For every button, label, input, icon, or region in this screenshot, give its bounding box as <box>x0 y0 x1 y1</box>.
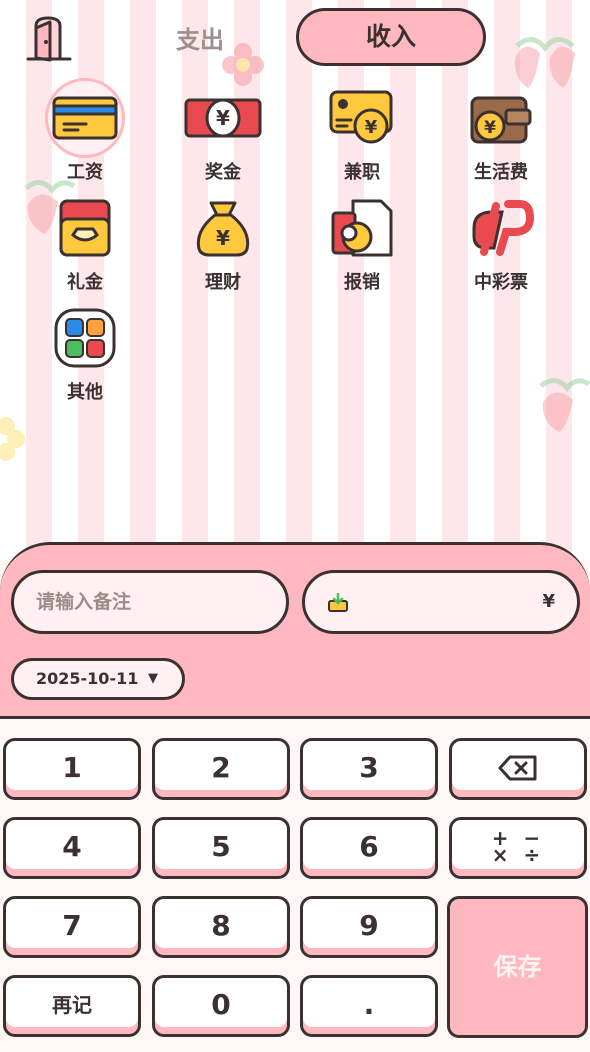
category-label: 理财 <box>205 272 241 293</box>
note-input[interactable]: 请输入备注 <box>11 570 289 634</box>
record-again-button[interactable]: 再记 <box>3 975 141 1037</box>
flower-decoration-icon <box>0 417 25 461</box>
operators-icon: + − × ÷ <box>491 828 545 867</box>
money-bag-icon: ¥ <box>196 201 250 257</box>
key-1[interactable]: 1 <box>3 738 141 800</box>
tab-expense[interactable]: 支出 <box>150 18 250 62</box>
operators-bottom: × ÷ <box>491 843 545 867</box>
svg-text:¥: ¥ <box>365 117 378 138</box>
date-value: 2025-10-11 <box>36 669 139 688</box>
key-8[interactable]: 8 <box>152 896 290 958</box>
category-salary[interactable]: 工资 <box>25 78 145 183</box>
operators-key[interactable]: + − × ÷ <box>449 817 587 879</box>
gift-money-icon <box>59 199 111 257</box>
backspace-icon <box>498 755 537 781</box>
date-picker[interactable]: 2025-10-11 ▼ <box>11 658 185 700</box>
key-9[interactable]: 9 <box>300 896 438 958</box>
category-gift-money[interactable]: 礼金 <box>25 188 145 293</box>
strawberry-decoration-icon <box>539 378 590 432</box>
svg-text:¥: ¥ <box>216 226 230 250</box>
category-bonus[interactable]: ¥ 奖金 <box>163 78 283 183</box>
wallet-icon: ¥ <box>470 96 532 144</box>
category-living-expenses[interactable]: ¥ 生活费 <box>441 78 561 183</box>
save-button[interactable]: 保存 <box>447 896 588 1038</box>
category-label: 其他 <box>67 382 103 403</box>
key-3[interactable]: 3 <box>300 738 438 800</box>
category-lottery[interactable]: 中彩票 <box>441 188 561 293</box>
category-label: 报销 <box>344 272 380 293</box>
back-door-button[interactable] <box>24 14 76 62</box>
door-icon <box>26 16 72 62</box>
category-label: 兼职 <box>344 162 380 183</box>
key-0[interactable]: 0 <box>152 975 290 1037</box>
amount-field[interactable]: ¥ <box>302 570 580 634</box>
category-investment[interactable]: ¥ 理财 <box>163 188 283 293</box>
category-label: 礼金 <box>67 272 103 293</box>
category-other[interactable]: 其他 <box>25 298 145 403</box>
tab-income[interactable]: 收入 <box>296 8 486 66</box>
key-2[interactable]: 2 <box>152 738 290 800</box>
currency-symbol: ¥ <box>542 591 555 612</box>
inbox-tray-icon <box>328 593 348 612</box>
lottery-icon <box>472 200 534 256</box>
key-5[interactable]: 5 <box>152 817 290 879</box>
other-apps-icon <box>54 308 116 368</box>
key-dot[interactable]: . <box>300 975 438 1037</box>
category-label: 中彩票 <box>474 272 528 293</box>
category-parttime[interactable]: ¥ 兼职 <box>302 78 422 183</box>
svg-text:¥: ¥ <box>216 106 230 130</box>
svg-text:¥: ¥ <box>484 118 496 138</box>
backspace-key[interactable] <box>449 738 587 800</box>
caret-down-icon: ▼ <box>148 671 158 686</box>
category-reimbursement[interactable]: 报销 <box>302 188 422 293</box>
parttime-icon: ¥ <box>329 90 393 144</box>
bonus-cash-icon: ¥ <box>184 98 262 138</box>
key-4[interactable]: 4 <box>3 817 141 879</box>
key-6[interactable]: 6 <box>300 817 438 879</box>
key-7[interactable]: 7 <box>3 896 141 958</box>
category-label: 奖金 <box>205 162 241 183</box>
reimburse-icon <box>331 199 393 257</box>
salary-card-icon <box>52 96 118 140</box>
category-label: 生活费 <box>474 162 528 183</box>
category-label: 工资 <box>67 162 103 183</box>
